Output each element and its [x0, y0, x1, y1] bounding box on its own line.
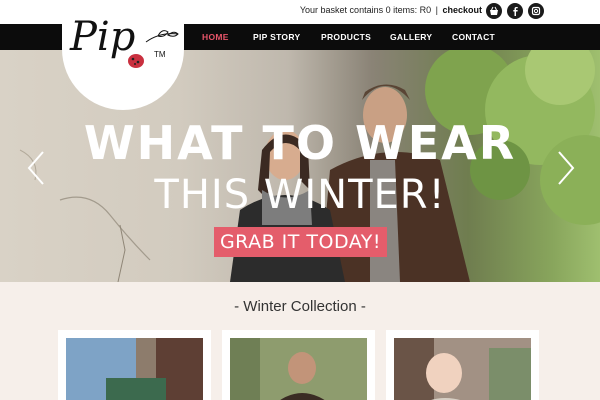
winter-collection-title: - Winter Collection -: [234, 298, 366, 315]
basket-summary: Your basket contains 0 items: R0 | check…: [300, 5, 482, 15]
instagram-icon[interactable]: [528, 3, 544, 19]
facebook-icon[interactable]: [507, 3, 523, 19]
ladybug-icon: [128, 54, 144, 68]
collection-card-image: [66, 338, 203, 400]
collection-card[interactable]: [58, 330, 211, 400]
nav-contact[interactable]: CONTACT: [452, 32, 495, 42]
collection-card[interactable]: [222, 330, 375, 400]
chevron-left-icon[interactable]: [26, 150, 46, 186]
collection-card[interactable]: [386, 330, 539, 400]
nav-gallery[interactable]: GALLERY: [390, 32, 432, 42]
shopping-basket-icon[interactable]: [486, 3, 502, 19]
collection-card-image: [230, 338, 367, 400]
nav-home[interactable]: HOME: [202, 32, 229, 42]
grab-it-today-button[interactable]: GRAB IT TODAY!: [214, 227, 387, 257]
chevron-right-icon[interactable]: [556, 150, 576, 186]
hero-headline: WHAT TO WEAR: [83, 116, 517, 170]
collection-card-image: [394, 338, 531, 400]
hero-subheadline: THIS WINTER!: [154, 172, 446, 218]
basket-separator: |: [435, 5, 438, 15]
trademark-label: TM: [154, 50, 166, 59]
leaf-icon: [145, 30, 179, 43]
checkout-link[interactable]: checkout: [442, 5, 482, 15]
basket-text: Your basket contains 0 items: R0: [299, 5, 432, 15]
collection-cards: [0, 330, 600, 400]
nav-pip-story[interactable]: PIP STORY: [253, 32, 300, 42]
nav-products[interactable]: PRODUCTS: [321, 32, 371, 42]
